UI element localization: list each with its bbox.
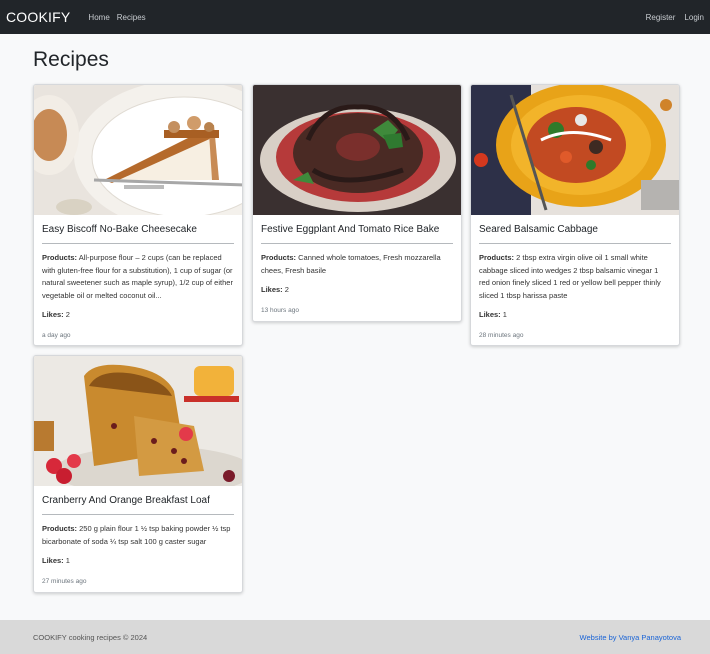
- footer-copyright: COOKIFY cooking recipes © 2024: [33, 632, 148, 642]
- card-body: Seared Balsamic Cabbage Products: 2 tbsp…: [471, 215, 679, 345]
- recipe-image-cabbage[interactable]: [471, 85, 679, 215]
- recipe-timestamp: 27 minutes ago: [42, 577, 87, 585]
- recipe-title[interactable]: Cranberry And Orange Breakfast Loaf: [42, 495, 234, 506]
- recipe-card[interactable]: Seared Balsamic Cabbage Products: 2 tbsp…: [470, 84, 680, 346]
- likes-label: Likes:: [42, 310, 64, 319]
- nav-link-login[interactable]: Login: [684, 13, 704, 22]
- recipe-timestamp: a day ago: [42, 331, 71, 339]
- recipe-products: Products: 250 g plain flour 1 ½ tsp baki…: [42, 523, 234, 548]
- divider: [261, 243, 453, 244]
- divider: [42, 243, 234, 244]
- likes-value: 2: [65, 310, 70, 319]
- recipe-image-eggplant[interactable]: [253, 85, 461, 215]
- recipe-card[interactable]: Cranberry And Orange Breakfast Loaf Prod…: [33, 355, 243, 593]
- page-title: Recipes: [33, 48, 109, 71]
- recipe-products: Products: 2 tbsp extra virgin olive oil …: [479, 252, 671, 302]
- nav-right: Register Login: [637, 13, 704, 22]
- recipe-likes: Likes: 2: [42, 309, 234, 322]
- recipe-title[interactable]: Seared Balsamic Cabbage: [479, 224, 671, 235]
- likes-label: Likes:: [479, 310, 501, 319]
- recipe-card[interactable]: Festive Eggplant And Tomato Rice Bake Pr…: [252, 84, 462, 322]
- likes-label: Likes:: [261, 285, 283, 294]
- likes-value: 1: [65, 556, 70, 565]
- eggplant-image-icon: [253, 85, 461, 215]
- brand-logo[interactable]: COOKIFY: [6, 9, 70, 25]
- card-body: Festive Eggplant And Tomato Rice Bake Pr…: [253, 215, 461, 321]
- recipe-timestamp: 28 minutes ago: [479, 331, 524, 339]
- nav-left: COOKIFY Home Recipes: [6, 9, 153, 25]
- footer-credit-link[interactable]: Website by Vanya Panayotova: [580, 633, 681, 642]
- cabbage-image-icon: [471, 85, 679, 215]
- recipe-likes: Likes: 2: [261, 284, 453, 297]
- likes-value: 1: [502, 310, 507, 319]
- nav-link-home[interactable]: Home: [88, 13, 109, 22]
- products-label: Products:: [42, 253, 78, 262]
- footer: COOKIFY cooking recipes © 2024 Website b…: [0, 620, 710, 654]
- recipe-title[interactable]: Festive Eggplant And Tomato Rice Bake: [261, 224, 453, 235]
- likes-value: 2: [284, 285, 289, 294]
- divider: [42, 514, 234, 515]
- recipe-image-loaf[interactable]: [34, 356, 242, 486]
- divider: [479, 243, 671, 244]
- likes-label: Likes:: [42, 556, 64, 565]
- nav-link-register[interactable]: Register: [646, 13, 676, 22]
- recipe-likes: Likes: 1: [479, 309, 671, 322]
- nav-link-recipes[interactable]: Recipes: [117, 13, 146, 22]
- products-label: Products:: [479, 253, 515, 262]
- recipe-likes: Likes: 1: [42, 555, 234, 568]
- recipe-card[interactable]: Easy Biscoff No-Bake Cheesecake Products…: [33, 84, 243, 346]
- products-label: Products:: [261, 253, 297, 262]
- loaf-image-icon: [34, 356, 242, 486]
- recipe-products: Products: Canned whole tomatoes, Fresh m…: [261, 252, 453, 277]
- card-body: Easy Biscoff No-Bake Cheesecake Products…: [34, 215, 242, 345]
- recipe-image-cheesecake[interactable]: [34, 85, 242, 215]
- cheesecake-image-icon: [34, 85, 242, 215]
- recipe-products: Products: All-purpose flour – 2 cups (ca…: [42, 252, 234, 302]
- recipe-timestamp: 13 hours ago: [261, 306, 299, 314]
- recipe-title[interactable]: Easy Biscoff No-Bake Cheesecake: [42, 224, 234, 235]
- navbar: COOKIFY Home Recipes Register Login: [0, 0, 710, 34]
- products-label: Products:: [42, 524, 78, 533]
- card-body: Cranberry And Orange Breakfast Loaf Prod…: [34, 486, 242, 592]
